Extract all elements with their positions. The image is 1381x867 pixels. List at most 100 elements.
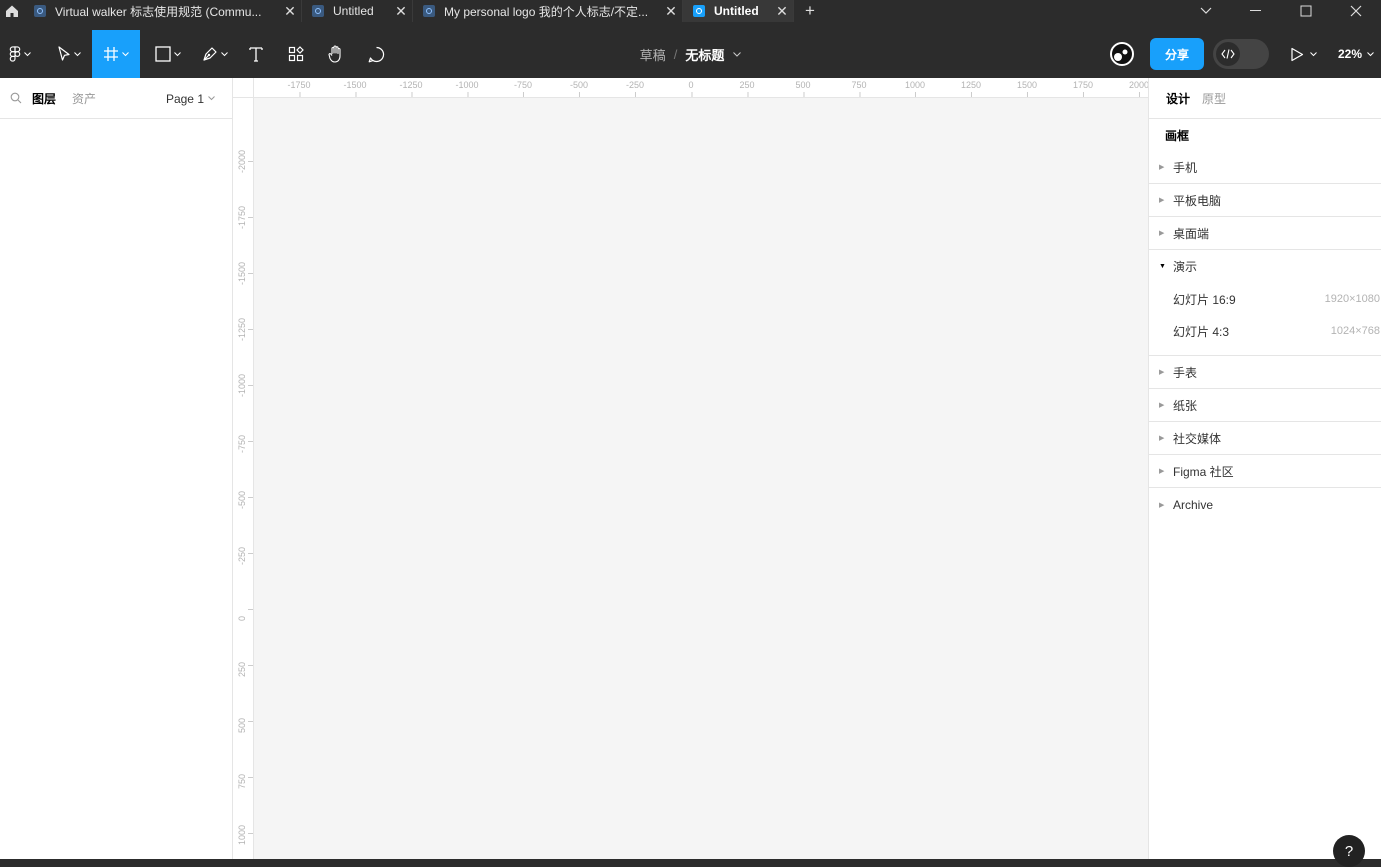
figma-logo-icon (9, 45, 21, 62)
canvas[interactable]: -1750 -1500 -1250 -1000 -750 -500 -250 0 250 500 7… (233, 78, 1148, 859)
caret-right-icon: ▶ (1159, 164, 1165, 171)
preset-category-desktop[interactable]: ▶ 桌面端 (1149, 217, 1381, 250)
ruler-tick-label: -500 (237, 490, 247, 509)
close-icon[interactable]: ✕ (279, 3, 301, 20)
close-icon[interactable]: ✕ (771, 3, 793, 20)
tab-prototype[interactable]: 原型 (1202, 90, 1226, 107)
frame-tool-button[interactable] (92, 30, 140, 78)
ruler-tick-label: 1000 (237, 824, 247, 845)
ruler-tick-label: 250 (739, 80, 755, 97)
rectangle-icon (155, 46, 171, 62)
ruler-tick-label: -500 (569, 80, 589, 97)
tab-0[interactable]: Virtual walker 标志使用规范 (Commu... ✕ (24, 0, 302, 22)
resources-tool-button[interactable] (280, 30, 312, 78)
ruler-corner (233, 78, 254, 98)
ruler-tick-label: -750 (513, 80, 533, 97)
frame-icon (104, 47, 118, 61)
avatar[interactable] (1110, 42, 1134, 66)
preset-category-watch[interactable]: ▶ 手表 (1149, 356, 1381, 389)
preset-category-paper[interactable]: ▶ 纸张 (1149, 389, 1381, 422)
preset-category-phone[interactable]: ▶ 手机 (1149, 151, 1381, 184)
ruler-tick-label: 1750 (1072, 80, 1094, 97)
chevron-down-icon (122, 51, 129, 56)
ruler-tick-label: -2000 (237, 149, 247, 173)
chevron-down-icon (1310, 51, 1317, 56)
chevron-down-icon (24, 51, 31, 56)
window-controls (1181, 0, 1381, 22)
preset-category-social-media[interactable]: ▶ 社交媒体 (1149, 422, 1381, 455)
main-menu-button[interactable] (0, 30, 40, 78)
maximize-icon[interactable] (1281, 0, 1331, 22)
ruler-tick-label: -750 (237, 434, 247, 453)
ruler-tick (248, 721, 253, 722)
search-icon[interactable] (10, 92, 22, 104)
category-label: 社交媒体 (1173, 431, 1222, 446)
ruler-tick-label: -250 (625, 80, 645, 97)
ruler-tick-label: 1000 (904, 80, 926, 97)
zoom-menu-button[interactable]: 22% (1338, 30, 1374, 78)
caret-right-icon: ▶ (1159, 369, 1165, 376)
category-label: 桌面端 (1173, 226, 1210, 241)
text-tool-button[interactable] (240, 30, 272, 78)
tab-1[interactable]: Untitled ✕ (302, 0, 413, 22)
tab-design[interactable]: 设计 (1166, 90, 1190, 107)
ruler-tick (248, 497, 253, 498)
chevron-down-icon[interactable] (733, 51, 742, 57)
preset-category-presentation[interactable]: ▼ 演示 (1149, 250, 1381, 283)
design-panel: 设计 原型 画框 ▶ 手机 ▶ 平板电脑 ▶ 桌面端 ▼ 演示 幻灯片 16:9… (1148, 78, 1381, 859)
shape-tool-button[interactable] (146, 30, 190, 78)
project-name[interactable]: 草稿 (640, 45, 666, 64)
close-icon[interactable]: ✕ (390, 3, 412, 20)
caret-right-icon: ▶ (1159, 468, 1165, 475)
page-name: Page 1 (165, 91, 204, 106)
hand-tool-button[interactable] (320, 30, 352, 78)
editor-toolbar: 草稿 / 无标题 分享 22% (0, 30, 1381, 78)
ruler-tick-label: 1500 (1016, 80, 1038, 97)
ruler-tick (248, 553, 253, 554)
close-window-icon[interactable] (1331, 0, 1381, 22)
category-label: 纸张 (1173, 398, 1198, 413)
ruler-tick-label: 500 (795, 80, 811, 97)
ruler-tick (248, 441, 253, 442)
tab-label: Untitled (714, 4, 759, 18)
home-icon[interactable] (0, 0, 24, 22)
tab-assets[interactable]: 资产 (72, 90, 96, 107)
category-label: 平板电脑 (1173, 193, 1222, 208)
chevron-down-icon (1367, 51, 1374, 56)
layers-panel-header: 图层 资产 Page 1 (0, 78, 232, 119)
figma-file-icon (693, 5, 705, 17)
tab-label: My personal logo 我的个人标志/不定... (444, 4, 649, 19)
breadcrumb-separator: / (673, 46, 678, 62)
preset-slide-16-9[interactable]: 幻灯片 16:9 1920×1080 (1149, 283, 1381, 315)
new-tab-icon[interactable]: + (794, 0, 826, 22)
tab-layers[interactable]: 图层 (32, 90, 56, 107)
tab-label: Virtual walker 标志使用规范 (Commu... (55, 4, 262, 19)
caret-right-icon: ▶ (1159, 230, 1165, 237)
tab-2[interactable]: My personal logo 我的个人标志/不定... ✕ (413, 0, 683, 22)
pen-tool-button[interactable] (194, 30, 236, 78)
preset-slide-4-3[interactable]: 幻灯片 4:3 1024×768 (1149, 315, 1381, 347)
caret-right-icon: ▶ (1159, 501, 1165, 509)
preset-category-archive[interactable]: ▶ Archive (1149, 488, 1381, 521)
dev-mode-toggle[interactable] (1213, 39, 1269, 69)
caret-right-icon: ▶ (1159, 435, 1165, 442)
help-button[interactable]: ? (1333, 835, 1365, 867)
preset-category-tablet[interactable]: ▶ 平板电脑 (1149, 184, 1381, 217)
comment-tool-button[interactable] (360, 30, 392, 78)
present-button[interactable] (1290, 30, 1317, 78)
components-icon (288, 46, 304, 62)
close-icon[interactable]: ✕ (660, 3, 682, 20)
minimize-icon[interactable] (1231, 0, 1281, 22)
ruler-tick-label: -1500 (343, 80, 367, 97)
share-button[interactable]: 分享 (1150, 38, 1204, 70)
page-selector[interactable]: Page 1 (166, 78, 215, 119)
file-title-button[interactable]: 草稿 / 无标题 (640, 45, 742, 64)
chevron-down-icon[interactable] (1181, 0, 1231, 22)
figma-file-icon (34, 5, 46, 17)
preset-size: 1024×768 (1330, 325, 1380, 337)
preset-category-figma-community[interactable]: ▶ Figma 社区 (1149, 455, 1381, 488)
tab-3[interactable]: Untitled ✕ (683, 0, 794, 22)
ruler-tick (248, 609, 253, 610)
move-tool-button[interactable] (46, 30, 92, 78)
file-name[interactable]: 无标题 (685, 45, 724, 64)
